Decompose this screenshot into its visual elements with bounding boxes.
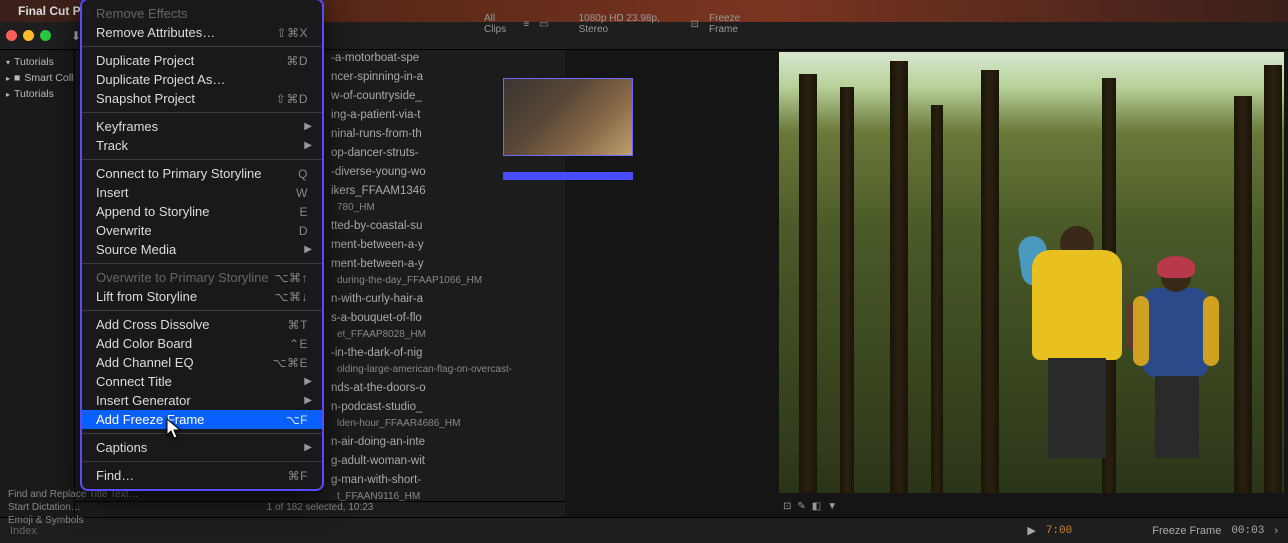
- menu-duplicate-project[interactable]: Duplicate Project⌘D: [82, 51, 322, 70]
- person-blue-vest: [1143, 258, 1213, 458]
- clip-filter-icon[interactable]: ≡: [523, 19, 529, 30]
- menu-insert[interactable]: InsertW: [82, 183, 322, 202]
- clip-sub-label: 780_HM: [325, 202, 565, 218]
- transform-icon[interactable]: ✎: [797, 501, 805, 512]
- person-yellow-hoodie: [1032, 218, 1122, 458]
- menu-add-channel-eq[interactable]: Add Channel EQ⌥⌘E: [82, 353, 322, 372]
- clip-sub-label: during-the-day_FFAAP1066_HM: [325, 275, 565, 291]
- format-info: 1080p HD 23.98p, Stereo: [579, 13, 671, 35]
- viewer-canvas[interactable]: [779, 52, 1284, 493]
- menu-overwrite[interactable]: OverwriteD: [82, 221, 322, 240]
- dropdown-icon[interactable]: ▼: [827, 501, 837, 512]
- clip-row[interactable]: ment-between-a-y: [325, 256, 565, 275]
- chevron-right-icon[interactable]: ›: [1274, 525, 1278, 537]
- menu-captions[interactable]: Captions▶: [82, 438, 322, 457]
- menu-track[interactable]: Track▶: [82, 136, 322, 155]
- clip-row[interactable]: n-podcast-studio_: [325, 399, 565, 418]
- zoom-window-button[interactable]: [40, 30, 51, 41]
- color-icon[interactable]: ◧: [812, 501, 821, 512]
- menu-duplicate-project-as[interactable]: Duplicate Project As…: [82, 70, 322, 89]
- clip-row[interactable]: n-with-curly-hair-a: [325, 291, 565, 310]
- menu-remove-effects: Remove Effects: [82, 4, 322, 23]
- menu-source-media[interactable]: Source Media▶: [82, 240, 322, 259]
- clip-row[interactable]: tted-by-coastal-su: [325, 218, 565, 237]
- edit-context-menu: Remove Effects Remove Attributes…⇧⌘X Dup…: [80, 0, 324, 491]
- minimize-window-button[interactable]: [23, 30, 34, 41]
- viewer-panel: ⊡ ✎ ◧ ▼: [775, 50, 1288, 517]
- viewer-image: [779, 52, 1284, 493]
- clip-row[interactable]: g-adult-woman-wit: [325, 453, 565, 472]
- clip-row[interactable]: -a-motorboat-spe: [325, 50, 565, 69]
- timeline-clip-tc: 00:03: [1231, 525, 1264, 537]
- clip-row[interactable]: -in-the-dark-of-nig: [325, 345, 565, 364]
- menu-keyframes[interactable]: Keyframes▶: [82, 117, 322, 136]
- menu-add-freeze-frame[interactable]: Add Freeze Frame⌥F: [82, 410, 322, 429]
- clip-sub-label: et_FFAAP8028_HM: [325, 329, 565, 345]
- sidebar-library-item[interactable]: ▾Tutorials: [0, 54, 74, 70]
- window-traffic-lights: [6, 30, 51, 41]
- sidebar-event-item[interactable]: ▸Tutorials: [0, 86, 74, 102]
- clip-row[interactable]: ment-between-a-y: [325, 237, 565, 256]
- menu-remove-attributes[interactable]: Remove Attributes…⇧⌘X: [82, 23, 322, 42]
- crop-icon[interactable]: ⊡: [783, 501, 791, 512]
- menu-overflow-peek: Find and Replace Title Text… Start Dicta…: [0, 487, 320, 517]
- menu-add-cross-dissolve[interactable]: Add Cross Dissolve⌘T: [82, 315, 322, 334]
- sidebar-smart-collection[interactable]: ▸■Smart Collection: [0, 70, 74, 86]
- menu-overwrite-primary: Overwrite to Primary Storyline⌥⌘↑: [82, 268, 322, 287]
- menu-start-dictation[interactable]: Start Dictation…: [8, 502, 81, 515]
- clip-filter-dropdown[interactable]: All Clips: [484, 13, 513, 35]
- selected-clip-range-bar[interactable]: [503, 172, 633, 180]
- clip-row[interactable]: n-air-doing-an-inte: [325, 434, 565, 453]
- clip-view-icon[interactable]: ▭: [539, 19, 548, 30]
- menu-connect-primary[interactable]: Connect to Primary StorylineQ: [82, 164, 322, 183]
- menu-find[interactable]: Find…⌘F: [82, 466, 322, 485]
- close-window-button[interactable]: [6, 30, 17, 41]
- viewer-fit-icon[interactable]: ⊡: [691, 19, 699, 30]
- clip-sub-label: olding-large-american-flag-on-overcast-: [325, 364, 565, 380]
- play-button-icon[interactable]: ▶: [1027, 524, 1035, 537]
- menu-lift-storyline[interactable]: Lift from Storyline⌥⌘↓: [82, 287, 322, 306]
- selected-clip-thumbnail[interactable]: [503, 78, 633, 156]
- clip-row[interactable]: ikers_FFAAM1346: [325, 183, 565, 202]
- menu-append-storyline[interactable]: Append to StorylineE: [82, 202, 322, 221]
- clip-row[interactable]: nds-at-the-doors-o: [325, 380, 565, 399]
- viewer-transform-controls: ⊡ ✎ ◧ ▼: [775, 495, 1288, 517]
- clip-sub-label: lden-hour_FFAAR4686_HM: [325, 418, 565, 434]
- menu-snapshot-project[interactable]: Snapshot Project⇧⌘D: [82, 89, 322, 108]
- viewer-title: Freeze Frame: [709, 13, 760, 35]
- viewer-header-row: All Clips ≡ ▭ 1080p HD 23.98p, Stereo ⊡ …: [476, 16, 768, 32]
- clip-row[interactable]: s-a-bouquet-of-flo: [325, 310, 565, 329]
- playhead-timecode[interactable]: 7:00: [1046, 525, 1072, 537]
- clip-row[interactable]: g-man-with-short-: [325, 472, 565, 491]
- timeline-clip-name: Freeze Frame: [1152, 525, 1221, 537]
- library-sidebar: ▾Tutorials ▸■Smart Collection ▸Tutorials: [0, 50, 75, 517]
- menu-connect-title[interactable]: Connect Title▶: [82, 372, 322, 391]
- clip-sub-label: t_FFAAN9116_HM: [325, 491, 565, 501]
- menu-add-color-board[interactable]: Add Color Board⌃E: [82, 334, 322, 353]
- menu-insert-generator[interactable]: Insert Generator▶: [82, 391, 322, 410]
